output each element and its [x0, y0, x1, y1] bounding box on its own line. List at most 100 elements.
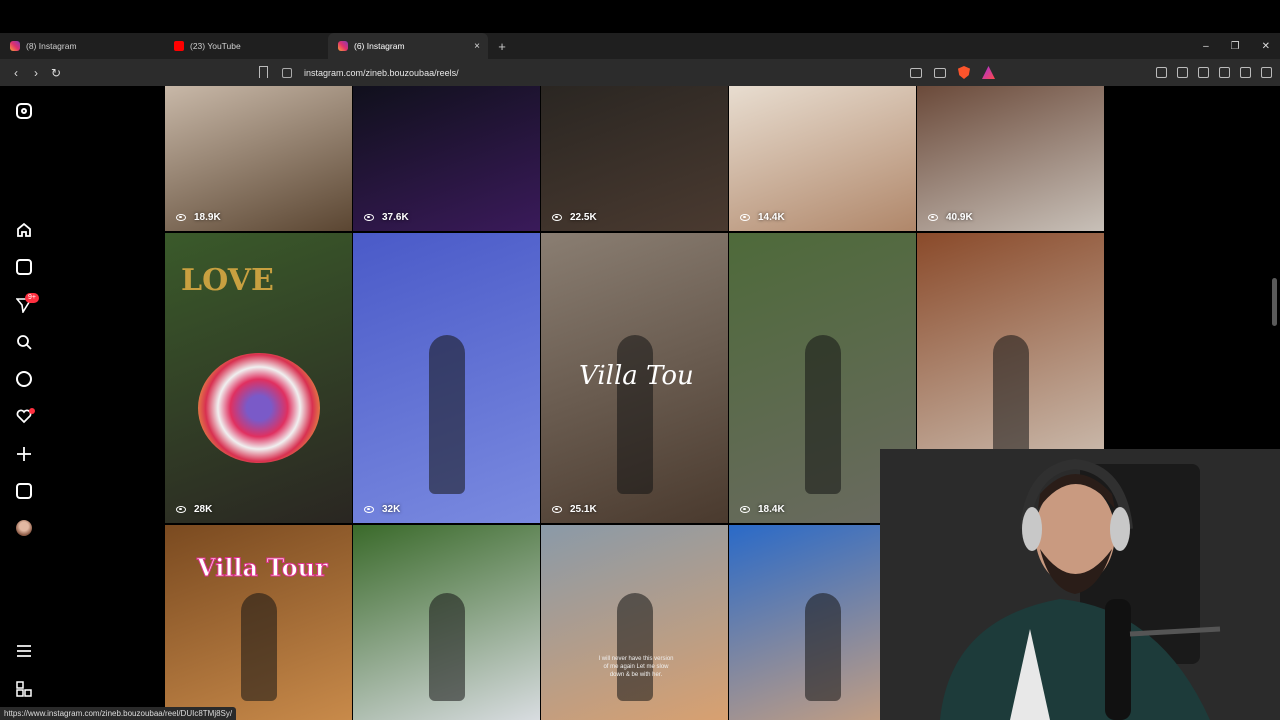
reel-tile[interactable]: Villa Tour — [165, 525, 352, 720]
reel-thumbnail-figure — [804, 593, 841, 701]
flower-mandala — [198, 353, 320, 463]
forward-icon[interactable]: › — [26, 66, 46, 80]
reel-tile[interactable]: 22.5K — [541, 86, 728, 231]
status-bar-link: https://www.instagram.com/zineb.bouzouba… — [0, 707, 237, 720]
url-field[interactable]: instagram.com/zineb.bouzoubaa/reels/ — [282, 59, 459, 86]
reel-tile[interactable]: LOVE 28K — [165, 233, 352, 523]
view-count: 28K — [176, 504, 212, 515]
site-info-icon[interactable] — [282, 67, 292, 78]
brave-shields-icon[interactable] — [958, 66, 970, 79]
reel-thumbnail-figure — [240, 593, 277, 701]
reel-tile[interactable]: 14.4K — [729, 86, 916, 231]
reel-tile[interactable]: Villa Tou 25.1K — [541, 233, 728, 523]
share-icon[interactable] — [934, 67, 946, 78]
view-count: 25.1K — [552, 504, 597, 515]
search-icon[interactable] — [16, 334, 32, 350]
messages-badge: 9+ — [25, 293, 39, 303]
tab-label: (23) YouTube — [190, 41, 241, 51]
view-count: 18.4K — [740, 504, 785, 515]
create-icon[interactable] — [16, 446, 32, 462]
view-count-text: 32K — [382, 504, 401, 515]
leo-ai-icon[interactable] — [1219, 67, 1230, 78]
tab-label: (8) Instagram — [26, 41, 77, 51]
eye-icon — [364, 214, 374, 221]
more-menu-icon[interactable] — [16, 643, 32, 659]
reel-overlay-title: Villa Tour — [197, 553, 329, 583]
address-bar: ‹ › ↻ instagram.com/zineb.bouzoubaa/reel… — [0, 59, 1280, 86]
reel-tile[interactable]: I will never have this version of me aga… — [541, 525, 728, 720]
bookmark-icon[interactable] — [259, 66, 268, 78]
eye-icon — [928, 214, 938, 221]
also-from-meta-icon[interactable] — [16, 681, 32, 697]
profile-avatar[interactable] — [16, 520, 32, 536]
address-tools — [910, 59, 995, 86]
url-text: instagram.com/zineb.bouzoubaa/reels/ — [304, 67, 459, 78]
reload-icon[interactable]: ↻ — [46, 66, 66, 80]
reel-tile[interactable]: 37.6K — [353, 86, 540, 231]
view-count-text: 18.9K — [194, 212, 221, 223]
view-count-text: 37.6K — [382, 212, 409, 223]
eye-icon — [552, 214, 562, 221]
reel-tile[interactable]: 40.9K — [917, 86, 1104, 231]
eye-icon — [176, 506, 186, 513]
webcam-overlay — [880, 449, 1280, 720]
tab-youtube[interactable]: (23) YouTube — [164, 33, 328, 59]
reel-thumbnail-figure — [804, 334, 841, 494]
minimize-button[interactable]: – — [1203, 41, 1209, 52]
eye-icon — [740, 214, 750, 221]
dashboard-icon[interactable] — [16, 483, 32, 499]
view-count-text: 25.1K — [570, 504, 597, 515]
eye-icon — [364, 506, 374, 513]
explore-icon[interactable] — [16, 371, 32, 387]
close-tab-icon[interactable]: × — [474, 41, 480, 52]
eye-icon — [552, 506, 562, 513]
close-window-button[interactable]: ✕ — [1262, 41, 1270, 52]
reel-caption: I will never have this version of me aga… — [598, 656, 674, 678]
reel-thumbnail-figure — [616, 334, 653, 494]
reels-icon[interactable] — [16, 259, 32, 275]
reel-thumbnail-figure — [428, 593, 465, 701]
vpn-icon[interactable] — [1240, 67, 1251, 78]
view-count: 40.9K — [928, 212, 973, 223]
reel-thumbnail-figure — [616, 593, 653, 701]
sidebar-toggle-icon[interactable] — [1177, 67, 1188, 78]
view-count: 14.4K — [740, 212, 785, 223]
view-count: 37.6K — [364, 212, 409, 223]
notification-dot — [29, 408, 35, 414]
view-count-text: 22.5K — [570, 212, 597, 223]
window-controls: – ❐ ✕ — [1203, 33, 1270, 59]
new-tab-button[interactable]: + — [494, 39, 510, 54]
view-count-text: 14.4K — [758, 212, 785, 223]
wallet-icon[interactable] — [1198, 67, 1209, 78]
tab-instagram-1[interactable]: (8) Instagram — [0, 33, 164, 59]
reel-tile[interactable] — [353, 525, 540, 720]
tab-label: (6) Instagram — [354, 41, 405, 51]
brave-rewards-icon[interactable] — [982, 66, 995, 79]
view-count: 32K — [364, 504, 400, 515]
menu-icon[interactable] — [1261, 67, 1272, 78]
page-scrollbar[interactable] — [1272, 278, 1277, 326]
tab-strip: (8) Instagram (23) YouTube (6) Instagram… — [0, 33, 1280, 59]
top-black-band — [0, 0, 1280, 33]
view-count-text: 40.9K — [946, 212, 973, 223]
youtube-icon — [174, 41, 184, 51]
reel-thumbnail-figure — [428, 334, 465, 494]
maximize-button[interactable]: ❐ — [1231, 41, 1240, 52]
tab-instagram-active[interactable]: (6) Instagram × — [328, 33, 488, 59]
reel-tile[interactable]: 32K — [353, 233, 540, 523]
instagram-icon — [338, 41, 348, 51]
back-icon[interactable]: ‹ — [6, 66, 26, 80]
instagram-logo-icon[interactable] — [16, 103, 32, 119]
screenshot-icon[interactable] — [1156, 67, 1167, 78]
love-sign: LOVE — [181, 263, 274, 298]
toolbar-right — [1156, 59, 1272, 86]
view-count-text: 18.4K — [758, 504, 785, 515]
home-icon[interactable] — [16, 222, 32, 238]
view-count: 22.5K — [552, 212, 597, 223]
reel-tile[interactable]: 18.9K — [165, 86, 352, 231]
cast-icon[interactable] — [910, 67, 922, 78]
view-count: 18.9K — [176, 212, 221, 223]
view-count-text: 28K — [194, 504, 213, 515]
eye-icon — [740, 506, 750, 513]
instagram-sidebar: 9+ — [0, 86, 50, 720]
